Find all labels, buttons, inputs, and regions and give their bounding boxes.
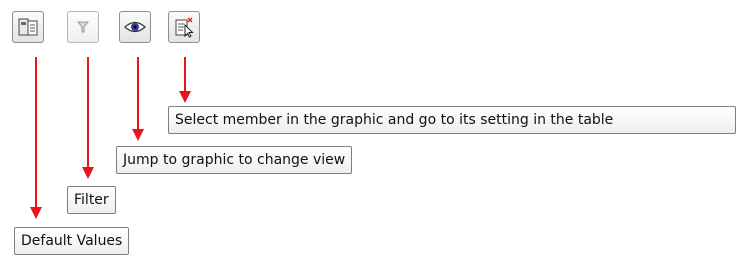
filter-arrow-head (82, 167, 94, 179)
eye-icon (124, 18, 146, 36)
default-values-callout: Default Values (14, 227, 130, 255)
select-member-arrow-head (179, 91, 191, 103)
select-member-arrow-line (184, 57, 186, 91)
jump-arrow-line (137, 57, 139, 129)
filter-callout: Filter (67, 186, 116, 214)
filter-arrow-line (87, 57, 89, 167)
default-values-arrow-head (30, 207, 42, 219)
jump-arrow-head (132, 129, 144, 141)
jump-to-graphic-button[interactable] (119, 11, 151, 43)
default-values-arrow-line (35, 57, 37, 207)
select-member-icon (173, 16, 195, 38)
default-values-icon (17, 16, 39, 38)
select-member-callout: Select member in the graphic and go to i… (168, 106, 736, 134)
jump-to-graphic-callout: Jump to graphic to change view (116, 146, 353, 174)
default-values-button[interactable] (12, 11, 44, 43)
filter-icon (74, 18, 92, 36)
select-member-button[interactable] (168, 11, 200, 43)
filter-button[interactable] (67, 11, 99, 43)
